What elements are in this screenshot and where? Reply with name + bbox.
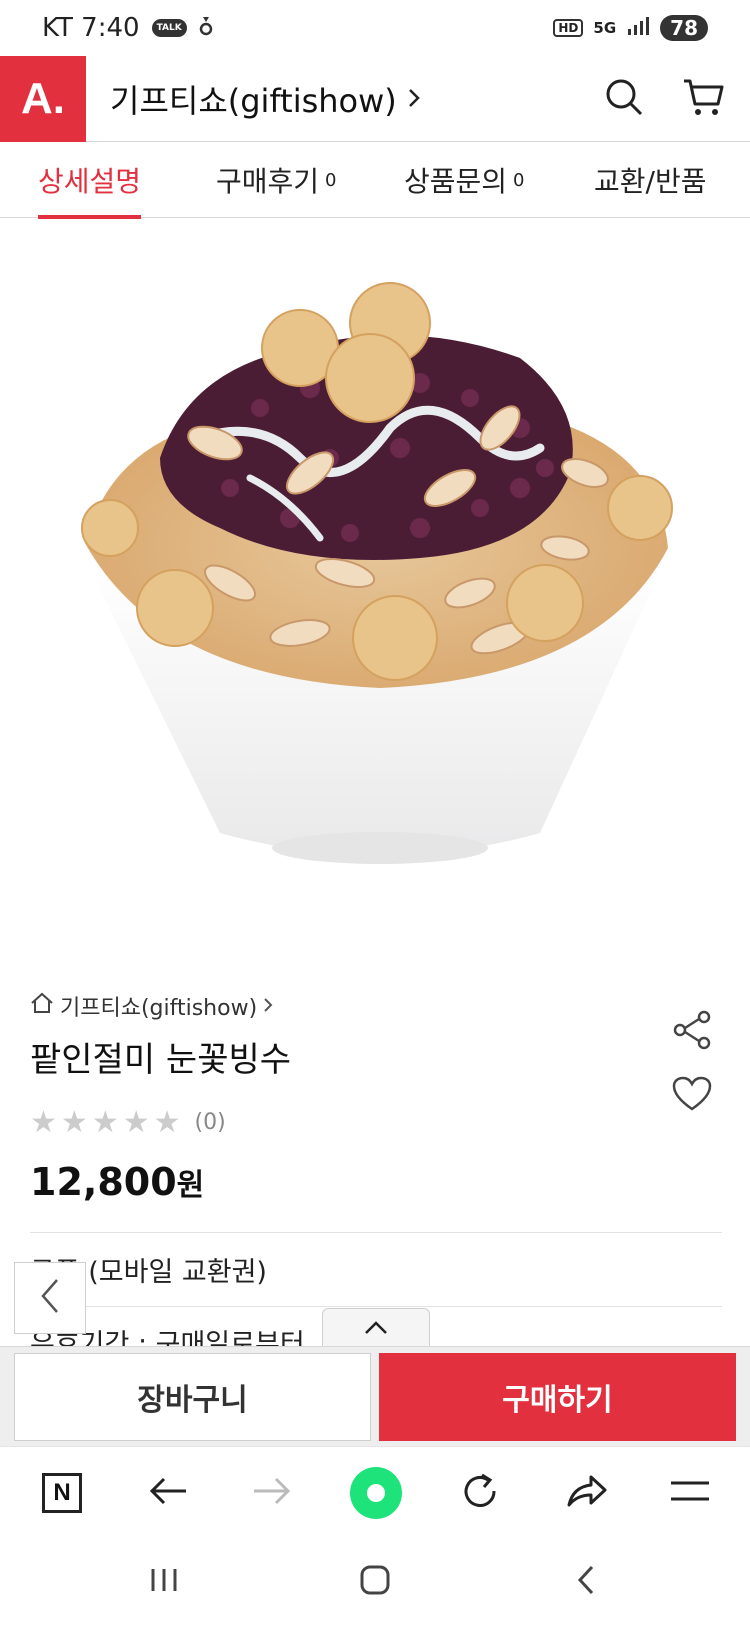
recent-apps-icon — [147, 1565, 181, 1599]
star-icon: ★ — [30, 1105, 57, 1140]
cart-icon[interactable] — [682, 77, 724, 121]
arrow-right-icon — [252, 1476, 292, 1510]
notification-icon — [199, 13, 213, 43]
tab-label: 구매후기 — [216, 165, 320, 198]
home-button[interactable] — [351, 1558, 399, 1606]
chevron-right-icon — [407, 80, 421, 118]
naver-home-button[interactable]: N — [36, 1467, 88, 1519]
hamburger-menu-icon — [669, 1479, 711, 1507]
price-currency: 원 — [176, 1168, 205, 1203]
chevron-right-icon — [263, 994, 273, 1019]
chevron-up-icon — [363, 1320, 389, 1340]
battery-indicator: 78 — [660, 15, 708, 41]
price-value: 12,800 — [30, 1160, 177, 1204]
star-icon: ★ — [60, 1105, 88, 1140]
store-name-link[interactable]: 기프티쇼(giftishow) — [110, 76, 421, 122]
recent-apps-button[interactable] — [140, 1558, 188, 1606]
tab-count: 0 — [513, 169, 525, 191]
arrow-left-icon — [148, 1476, 188, 1510]
tab-details[interactable]: 상세설명 — [38, 142, 142, 219]
signal-icon — [626, 15, 650, 41]
expand-toggle[interactable] — [322, 1308, 430, 1350]
tab-exchange-return[interactable]: 교환/반품 — [594, 142, 706, 218]
back-nav-button[interactable] — [142, 1467, 194, 1519]
back-chevron-icon — [574, 1563, 598, 1601]
naver-n-icon: N — [42, 1473, 82, 1513]
network-5g-icon: 5G — [593, 19, 617, 37]
rating-count: (0) — [194, 1110, 226, 1135]
home-icon — [30, 992, 54, 1020]
browser-toolbar: N — [0, 1446, 750, 1538]
share-icon[interactable] — [672, 1010, 712, 1054]
hd-voice-icon: HD — [553, 19, 584, 37]
tab-label: 상세설명 — [38, 165, 142, 198]
status-bar: KT 7:40 TALK HD 5G 78 — [0, 0, 750, 56]
heart-icon[interactable] — [672, 1076, 712, 1116]
product-tabs: 상세설명 구매후기 0 상품문의 0 교환/반품 — [0, 142, 750, 219]
home-square-icon — [358, 1563, 392, 1601]
refresh-icon — [460, 1471, 500, 1515]
tab-qna[interactable]: 상품문의 0 — [404, 142, 525, 218]
breadcrumb[interactable]: 기프티쇼(giftishow) — [30, 990, 273, 1022]
product-image[interactable] — [0, 218, 750, 958]
kakaotalk-icon: TALK — [151, 19, 187, 37]
purchase-bar: 장바구니 구매하기 — [0, 1346, 750, 1446]
tab-count: 0 — [325, 169, 337, 191]
divider — [30, 1306, 722, 1307]
app-header: A. 기프티쇼(giftishow) — [0, 55, 750, 142]
share-arrow-icon — [565, 1473, 607, 1513]
green-dot-icon — [350, 1467, 402, 1519]
tab-reviews[interactable]: 구매후기 0 — [216, 142, 337, 218]
rating[interactable]: ★ ★ ★ ★ ★ (0) — [30, 1105, 226, 1140]
carrier-time: KT 7:40 — [42, 13, 140, 43]
star-icon: ★ — [91, 1105, 119, 1140]
green-dot-button[interactable] — [350, 1467, 402, 1519]
store-name: 기프티쇼(giftishow) — [110, 81, 397, 120]
tab-label: 교환/반품 — [594, 165, 707, 198]
product-price: 12,800원 — [30, 1160, 204, 1204]
refresh-button[interactable] — [454, 1467, 506, 1519]
add-to-cart-button[interactable]: 장바구니 — [14, 1353, 371, 1441]
product-title: 팥인절미 눈꽃빙수 — [30, 1040, 292, 1080]
menu-button[interactable] — [664, 1467, 716, 1519]
forward-nav-button[interactable] — [246, 1467, 298, 1519]
search-icon[interactable] — [604, 77, 644, 121]
system-back-button[interactable] — [562, 1558, 610, 1606]
tab-label: 상품문의 — [404, 165, 508, 198]
site-logo[interactable]: A. — [0, 55, 86, 142]
star-icon: ★ — [153, 1105, 181, 1140]
back-button[interactable] — [14, 1262, 86, 1334]
star-icon: ★ — [122, 1105, 150, 1140]
share-nav-button[interactable] — [560, 1467, 612, 1519]
breadcrumb-store: 기프티쇼(giftishow) — [60, 996, 258, 1021]
chevron-left-icon — [39, 1276, 61, 1320]
divider — [30, 1232, 722, 1233]
buy-now-button[interactable]: 구매하기 — [379, 1353, 736, 1441]
system-nav-bar — [0, 1538, 750, 1625]
